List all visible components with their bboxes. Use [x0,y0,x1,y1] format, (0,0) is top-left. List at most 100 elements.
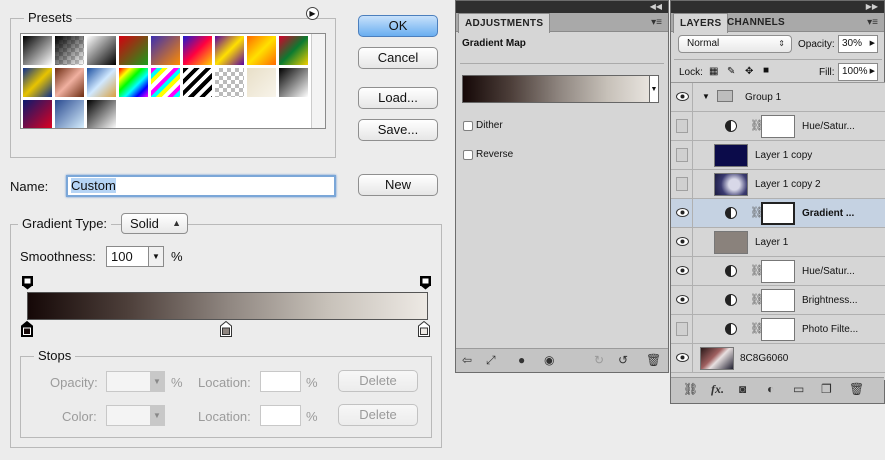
dither-checkbox[interactable] [463,121,473,131]
preset-swatch[interactable] [118,35,149,66]
expand-view-icon[interactable]: ⤢ [486,353,496,368]
stop-color-swatch[interactable]: ▼ [106,405,165,426]
clip-to-layer-icon[interactable]: ● [518,353,525,367]
layer-mask-thumbnail[interactable] [761,289,795,312]
visibility-eye-icon[interactable] [676,208,689,217]
layer-row-group-1[interactable]: ▼ Group 1 [671,83,885,112]
panel-titlebar[interactable]: ◀◀ [456,1,668,13]
layer-row-photo-filter[interactable]: ⛓ Photo Filte... [671,315,885,344]
collapse-icon[interactable]: ▶▶ [866,1,878,13]
panel-titlebar[interactable]: ▶▶ [671,1,884,13]
preset-swatch[interactable] [22,35,53,66]
chevron-right-icon[interactable]: ▶ [870,64,875,80]
lock-transparent-icon[interactable]: ▦ [709,66,718,77]
delete-opacity-stop-button[interactable]: Delete [338,370,418,392]
preset-swatch[interactable] [150,67,181,98]
name-field[interactable]: Custom [66,175,336,197]
stop-opacity-location-field[interactable] [260,371,301,392]
visibility-eye-icon[interactable] [676,266,689,275]
chevron-down-icon[interactable]: ▼ [150,372,164,391]
layer-thumbnail[interactable] [714,173,748,196]
layer-row-hue-saturation-2[interactable]: ⛓ Hue/Satur... [671,257,885,286]
back-arrow-icon[interactable]: ⇦ [462,353,472,367]
new-button[interactable]: New [358,174,438,196]
preset-swatch[interactable] [278,67,309,98]
preset-swatch[interactable] [150,35,181,66]
new-adjustment-layer-icon[interactable]: ◐ [767,382,774,396]
layer-mask-thumbnail[interactable] [761,202,795,225]
ok-button[interactable]: OK [358,15,438,37]
layer-row-hue-saturation[interactable]: ⛓ Hue/Satur... [671,112,885,141]
new-layer-icon[interactable]: ❐ [821,382,832,396]
preset-swatch[interactable] [214,67,245,98]
chevron-down-icon[interactable]: ▼ [148,247,163,266]
trash-icon[interactable]: 🗑 [849,382,864,396]
panel-menu-icon[interactable]: ▾≡ [651,17,662,28]
tab-channels[interactable]: CHANNELS [721,13,791,32]
visibility-eye-icon[interactable] [676,353,689,362]
add-mask-icon[interactable]: ◙ [739,382,746,396]
opacity-stop-left[interactable] [22,276,33,290]
layer-row-layer-1[interactable]: Layer 1 [671,228,885,257]
chevron-right-icon[interactable]: ▶ [870,36,875,52]
lock-all-padlock-icon[interactable]: ■ [763,65,769,76]
layer-mask-thumbnail[interactable] [761,260,795,283]
opacity-field[interactable]: 30% ▶ [838,35,878,53]
color-stop-middle[interactable] [220,321,232,337]
gradient-preview-bar[interactable] [27,292,428,320]
layer-thumbnail[interactable] [714,231,748,254]
reverse-checkbox[interactable] [463,150,473,160]
layer-row-layer-1-copy[interactable]: Layer 1 copy [671,141,885,170]
new-group-folder-icon[interactable]: ▭ [793,382,804,396]
visibility-eye-icon[interactable] [676,92,689,101]
presets-scrollbar[interactable] [311,34,325,128]
layer-thumbnail[interactable] [700,347,734,370]
blend-mode-select[interactable]: Normal ⇕ [678,35,792,53]
cancel-button[interactable]: Cancel [358,47,438,69]
visibility-eye-icon[interactable] [676,295,689,304]
chevron-down-icon[interactable]: ▼ [150,406,164,425]
color-stop-left[interactable] [21,321,33,337]
load-button[interactable]: Load... [358,87,438,109]
delete-color-stop-button[interactable]: Delete [338,404,418,426]
preset-swatch[interactable] [214,35,245,66]
layer-mask-thumbnail[interactable] [761,115,795,138]
preset-swatch[interactable] [22,99,53,128]
chevron-down-icon[interactable]: ▼ [649,75,659,103]
panel-menu-icon[interactable]: ▾≡ [867,17,878,28]
layer-style-fx-icon[interactable]: fx. [711,382,724,397]
reset-icon[interactable]: ↺ [618,353,628,367]
layer-row-photo[interactable]: 8C8G6060 [671,344,885,373]
stop-color-location-field[interactable] [260,405,301,426]
lock-paint-brush-icon[interactable]: ✎ [727,66,735,77]
layer-mask-thumbnail[interactable] [761,318,795,341]
hidden-visibility-box[interactable] [676,177,688,191]
layer-row-gradient-map[interactable]: ⛓ Gradient ... [671,199,885,228]
preset-swatch[interactable] [182,67,213,98]
visibility-eye-icon[interactable] [676,237,689,246]
preset-swatch[interactable] [246,35,277,66]
save-button[interactable]: Save... [358,119,438,141]
preset-swatch[interactable] [182,35,213,66]
presets-menu-arrow-icon[interactable]: ▶ [306,7,319,20]
preset-swatch[interactable] [86,35,117,66]
trash-icon[interactable]: 🗑 [646,353,661,367]
previous-state-icon[interactable]: ↻ [594,353,604,367]
collapse-icon[interactable]: ◀◀ [650,1,662,13]
preset-swatch[interactable] [278,35,309,66]
layer-row-brightness[interactable]: ⛓ Brightness... [671,286,885,315]
gradient-map-preview[interactable] [462,75,657,103]
hidden-visibility-box[interactable] [676,148,688,162]
hidden-visibility-box[interactable] [676,119,688,133]
fill-field[interactable]: 100% ▶ [838,63,878,81]
gradient-type-select[interactable]: Solid ▲ [121,213,188,234]
preset-swatch[interactable] [54,35,85,66]
preset-swatch[interactable] [246,67,277,98]
color-stop-right[interactable] [418,321,430,337]
preset-swatch[interactable] [54,67,85,98]
layer-thumbnail[interactable] [714,144,748,167]
visibility-eye-icon[interactable]: ◉ [544,353,554,367]
preset-swatch[interactable] [86,99,117,128]
layer-row-layer-1-copy-2[interactable]: Layer 1 copy 2 [671,170,885,199]
preset-swatch[interactable] [86,67,117,98]
